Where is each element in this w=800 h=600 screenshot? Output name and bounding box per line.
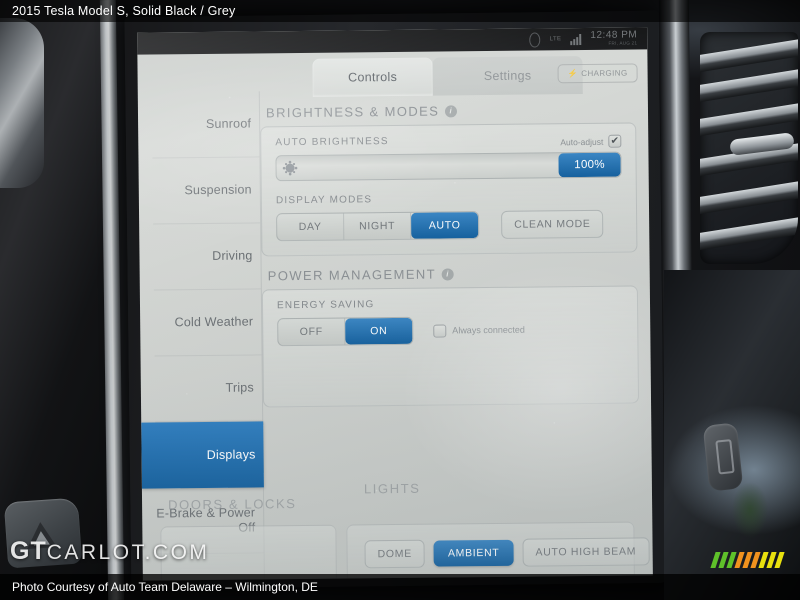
listing-title-caption: 2015 Tesla Model S, Solid Black / Grey bbox=[0, 0, 800, 22]
power-section-title: POWER MANAGEMENT bbox=[267, 266, 437, 284]
auto-adjust-control[interactable]: Auto-adjust ✔ bbox=[560, 134, 622, 149]
energy-saving-row: OFF ON ✔ Always connected bbox=[277, 315, 623, 347]
brightness-card: AUTO BRIGHTNESS Auto-adjust ✔ 100% DISPL… bbox=[260, 122, 638, 257]
door-handle-right[interactable] bbox=[702, 422, 744, 492]
sidebar-item-label: Cold Weather bbox=[174, 314, 254, 330]
info-icon[interactable]: i bbox=[441, 267, 455, 281]
power-card: ENERGY SAVING OFF ON ✔ Always connected bbox=[261, 285, 640, 408]
photo-credit-caption: Photo Courtesy of Auto Team Delaware – W… bbox=[0, 574, 800, 600]
signal-strength-icon bbox=[570, 33, 582, 45]
brightness-section-title: BRIGHTNESS & MODES bbox=[265, 103, 440, 121]
bolt-icon: ⚡ bbox=[567, 69, 579, 79]
display-mode-night[interactable]: NIGHT bbox=[344, 212, 412, 240]
sidebar-item-sunroof[interactable]: Sunroof bbox=[151, 91, 260, 159]
display-mode-auto[interactable]: AUTO bbox=[411, 212, 479, 239]
charging-button[interactable]: ⚡ CHARGING bbox=[557, 63, 638, 84]
clock-date: FRI, AUG 21 bbox=[608, 40, 638, 46]
sidebar-item-label: Suspension bbox=[184, 182, 252, 198]
sidebar-item-label: Driving bbox=[212, 248, 253, 264]
sidebar-item-driving[interactable]: Driving bbox=[153, 223, 261, 291]
screenshot-root: LTE 12:48 PM FRI, AUG 21 Controls Settin… bbox=[0, 0, 800, 600]
sidebar-item-label: Sunroof bbox=[205, 116, 252, 132]
sidebar-item-label: Trips bbox=[225, 380, 254, 396]
lights-label: LIGHTS bbox=[363, 480, 421, 497]
display-modes-row: DAY NIGHT AUTO CLEAN MODE bbox=[276, 209, 622, 242]
always-connected-control[interactable]: ✔ Always connected bbox=[433, 323, 525, 338]
auto-adjust-checkbox[interactable]: ✔ bbox=[608, 134, 622, 148]
sidebar-item-suspension[interactable]: Suspension bbox=[152, 157, 261, 225]
auto-brightness-label: AUTO BRIGHTNESS bbox=[275, 136, 389, 149]
charging-button-label: CHARGING bbox=[581, 68, 628, 79]
network-label: LTE bbox=[549, 36, 562, 43]
door-trim-left bbox=[0, 18, 44, 188]
sidebar-item-trips[interactable]: Trips bbox=[154, 355, 263, 423]
always-connected-checkbox[interactable]: ✔ bbox=[433, 323, 447, 338]
doors-locks-label: DOORS & LOCKS bbox=[168, 496, 297, 513]
sidebar-item-cold-weather[interactable]: Cold Weather bbox=[153, 289, 262, 357]
watermark-gt: GT bbox=[10, 537, 47, 565]
clock: 12:48 PM FRI, AUG 21 bbox=[590, 30, 638, 47]
display-modes-label: DISPLAY MODES bbox=[275, 194, 373, 207]
info-icon[interactable]: i bbox=[445, 104, 458, 117]
lights-button-row: DOME AMBIENT AUTO HIGH BEAM bbox=[364, 537, 650, 569]
energy-saving-off[interactable]: OFF bbox=[278, 318, 346, 346]
energy-saving-label: ENERGY SAVING bbox=[276, 299, 375, 312]
sun-icon bbox=[285, 163, 295, 173]
always-connected-label: Always connected bbox=[452, 324, 525, 336]
dashboard-left-panel bbox=[0, 0, 112, 600]
air-vent[interactable] bbox=[700, 32, 798, 264]
display-modes-segmented[interactable]: DAY NIGHT AUTO bbox=[276, 211, 480, 242]
brightness-slider-value[interactable]: 100% bbox=[558, 152, 621, 178]
sidebar-item-displays[interactable]: Displays bbox=[141, 421, 264, 489]
lights-dome-button[interactable]: DOME bbox=[364, 539, 426, 569]
lights-auto-high-beam-button[interactable]: AUTO HIGH BEAM bbox=[522, 537, 650, 567]
clean-mode-button[interactable]: CLEAN MODE bbox=[501, 209, 604, 239]
decorative-stripes bbox=[710, 552, 785, 568]
sidebar-item-label: Displays bbox=[206, 447, 256, 462]
display-mode-day[interactable]: DAY bbox=[277, 213, 345, 241]
brightness-slider[interactable]: 100% bbox=[275, 151, 622, 182]
tesla-touchscreen[interactable]: LTE 12:48 PM FRI, AUG 21 Controls Settin… bbox=[137, 27, 653, 581]
energy-saving-segmented[interactable]: OFF ON bbox=[277, 316, 414, 347]
bottom-dock: DOORS & LOCKS LIGHTS DOME AMBIENT AUTO H… bbox=[142, 479, 653, 581]
tab-controls[interactable]: Controls bbox=[312, 57, 433, 97]
bluetooth-status-icon bbox=[529, 31, 541, 48]
energy-saving-on[interactable]: ON bbox=[345, 317, 413, 345]
auto-adjust-label: Auto-adjust bbox=[560, 136, 604, 147]
site-watermark: GT CARLOT.COM bbox=[10, 537, 209, 566]
watermark-carlot: CARLOT.COM bbox=[46, 541, 210, 564]
lights-ambient-button[interactable]: AMBIENT bbox=[433, 539, 514, 567]
